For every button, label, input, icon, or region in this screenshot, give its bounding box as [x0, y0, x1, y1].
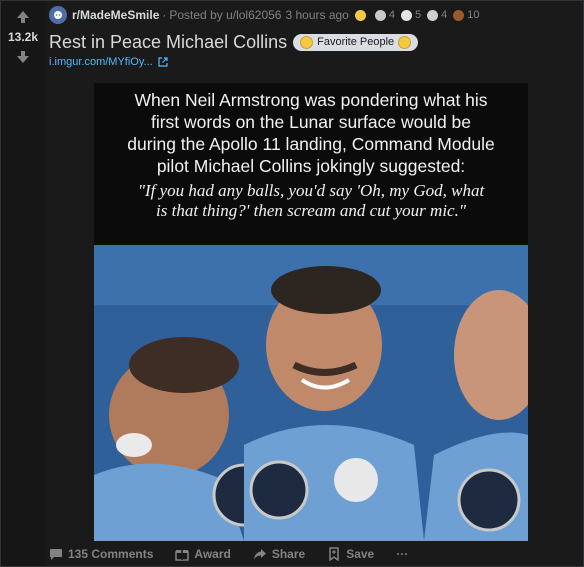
- share-icon: [253, 549, 266, 560]
- rocket-award-icon: [427, 9, 439, 21]
- save-label: Save: [346, 547, 375, 561]
- save-button[interactable]: Save: [327, 547, 374, 561]
- share-button[interactable]: Share: [253, 547, 305, 561]
- wholesome-award-icon: [400, 9, 412, 21]
- caption-quote: "If you had any balls, you'd say 'Oh, my…: [137, 181, 485, 200]
- upvote-button[interactable]: [11, 5, 35, 29]
- caption-line: first words on the Lunar surface would b…: [150, 112, 472, 132]
- post-flair[interactable]: Favorite People: [293, 33, 419, 51]
- caption-quote: is that thing?' then scream and cut your…: [156, 201, 466, 220]
- upvote-arrow-icon: [17, 11, 29, 23]
- silver-award-icon: [354, 9, 366, 21]
- award-rocket[interactable]: 4: [427, 9, 447, 21]
- award-helpful[interactable]: 4: [374, 9, 395, 21]
- caption-line: pilot Michael Collins jokingly suggested…: [156, 156, 466, 176]
- gift-icon: [175, 550, 190, 561]
- image-caption: When Neil Armstrong was pondering what h…: [94, 83, 528, 245]
- subreddit-link[interactable]: r/MadeMeSmile: [72, 8, 159, 22]
- downvote-arrow-icon: [17, 51, 29, 63]
- award-button[interactable]: Award: [175, 547, 231, 561]
- more-options-icon: ···: [396, 547, 409, 561]
- post-image[interactable]: When Neil Armstrong was pondering what h…: [94, 83, 528, 541]
- post-meta: r/MadeMeSmile · Posted by u/lol62056 3 h…: [49, 1, 575, 29]
- comments-button[interactable]: 135 Comments: [49, 547, 153, 561]
- astronauts-photo: [94, 245, 528, 541]
- caption-line: during the Apollo 11 landing, Command Mo…: [127, 134, 495, 154]
- smile-emoji-icon: [398, 35, 412, 49]
- post-content: r/MadeMeSmile · Posted by u/lol62056 3 h…: [49, 1, 575, 68]
- award-label: Award: [194, 547, 231, 561]
- external-link-icon: [158, 57, 168, 67]
- share-label: Share: [271, 547, 306, 561]
- helpful-award-icon: [374, 9, 386, 21]
- more-options-button[interactable]: ···: [396, 547, 408, 561]
- poop-award-icon: [453, 9, 465, 21]
- caption-line: When Neil Armstrong was pondering what h…: [134, 90, 488, 110]
- smile-emoji-icon: [300, 35, 314, 49]
- award-silver[interactable]: [354, 9, 369, 21]
- link-url[interactable]: i.imgur.com/MYfiOy...: [49, 56, 153, 68]
- vote-score: 13.2k: [7, 30, 39, 44]
- meta-separator: ·: [162, 8, 167, 22]
- posted-by[interactable]: Posted by u/lol62056: [169, 8, 281, 22]
- post-time[interactable]: 3 hours ago: [285, 8, 348, 22]
- title-row: Rest in Peace Michael Collins Favorite P…: [49, 31, 575, 53]
- external-link[interactable]: i.imgur.com/MYfiOy...: [49, 56, 575, 68]
- award-poop[interactable]: 10: [453, 9, 479, 21]
- comment-icon: [50, 549, 62, 560]
- subreddit-icon[interactable]: [49, 6, 67, 24]
- bookmark-icon: [329, 547, 339, 561]
- flair-label: Favorite People: [317, 36, 395, 48]
- award-wholesome[interactable]: 5: [400, 9, 421, 21]
- post-card: 13.2k r/MadeMeSmile · Posted by u/lol620…: [0, 0, 584, 567]
- post-title[interactable]: Rest in Peace Michael Collins: [49, 31, 287, 53]
- downvote-button[interactable]: [11, 45, 35, 69]
- comments-label: 135 Comments: [68, 547, 154, 561]
- vote-column: 13.2k: [1, 1, 45, 566]
- astronauts-illustration: [94, 245, 528, 541]
- post-actions: 135 Comments Award Share Save ···: [49, 547, 430, 561]
